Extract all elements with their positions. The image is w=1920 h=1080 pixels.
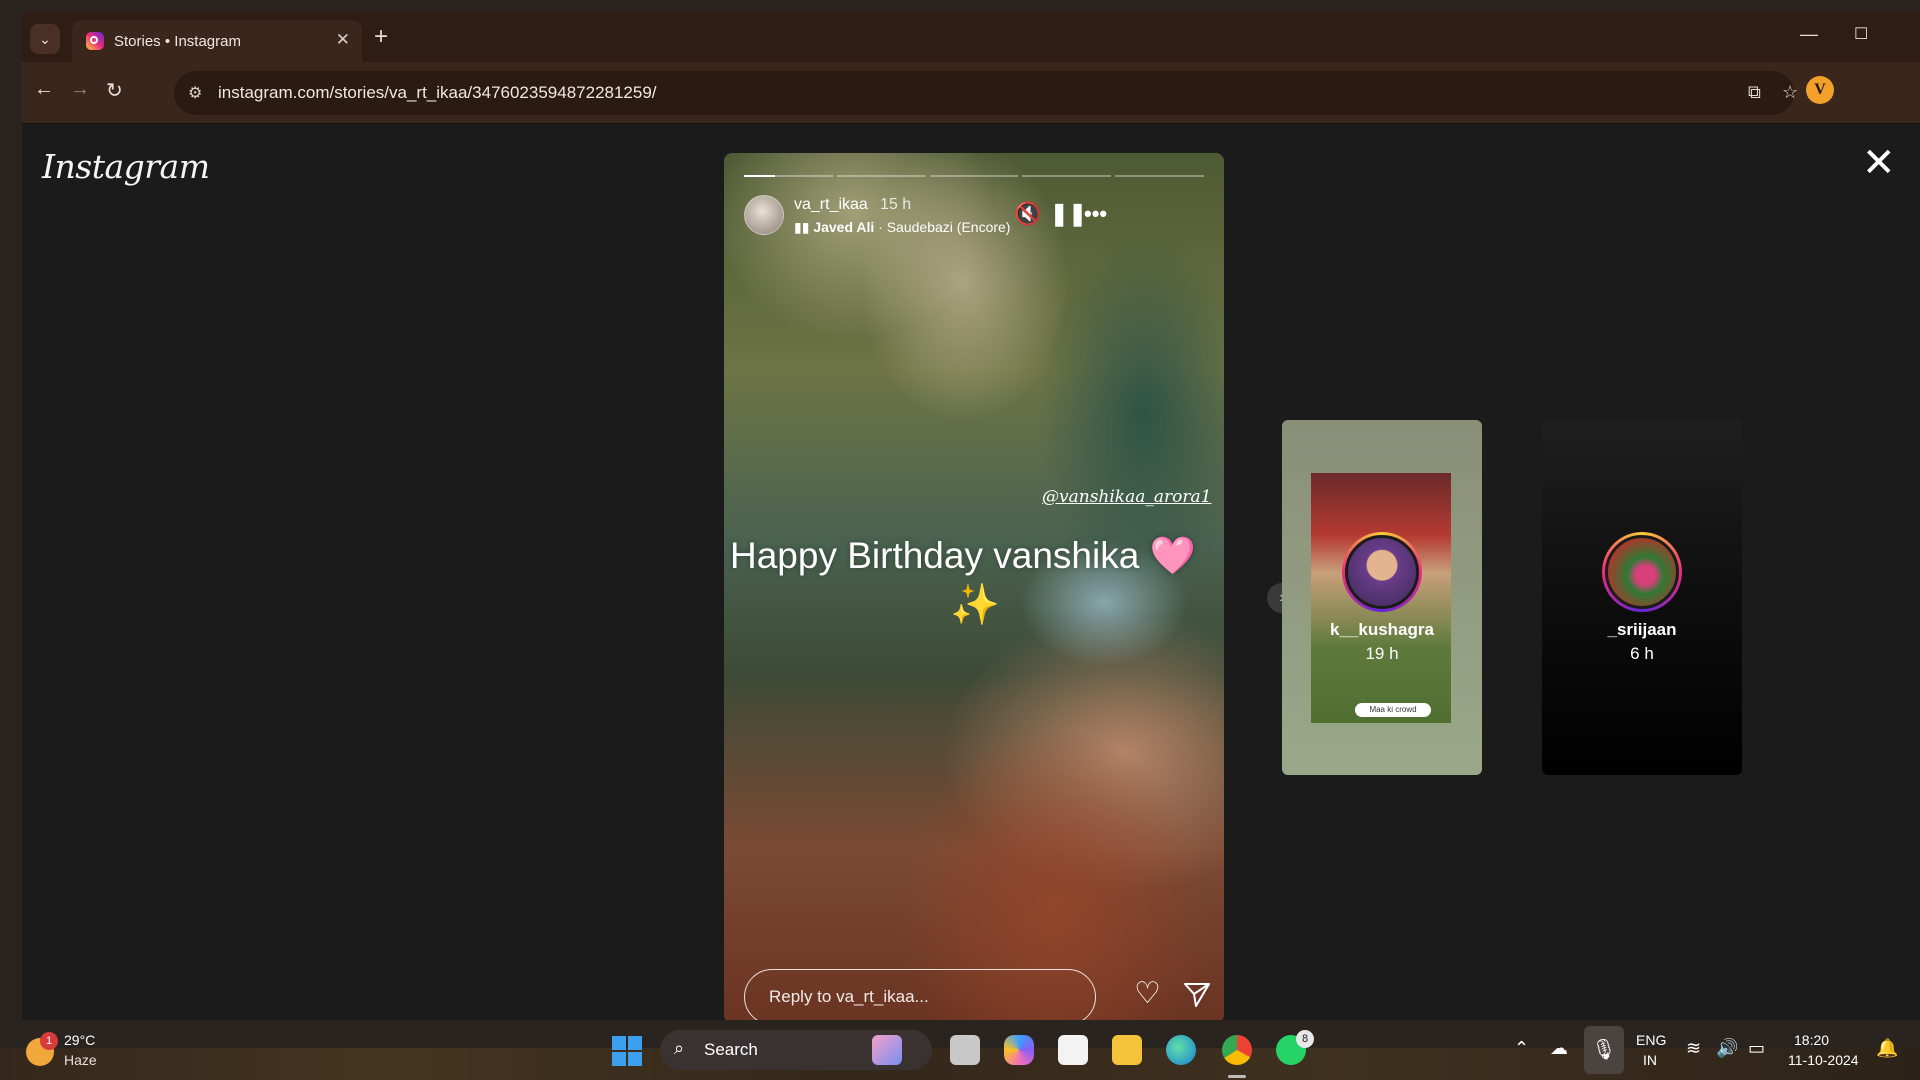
language-code[interactable]: ENG	[1636, 1032, 1666, 1048]
forward-icon[interactable]: →	[70, 78, 90, 101]
back-icon[interactable]: ←	[34, 78, 54, 101]
weather-badge: 1	[40, 1032, 58, 1050]
kushagra-avatar	[1345, 535, 1419, 609]
sparkle-emoji: ✨	[950, 583, 1000, 627]
music-bars-icon: ▮▮	[794, 219, 814, 235]
chrome-active-indicator	[1228, 1075, 1246, 1078]
story-card-age: 6 h	[1630, 644, 1654, 663]
tab-title: Stories • Instagram	[114, 33, 241, 50]
story-ring	[1342, 532, 1422, 612]
search-icon: ⌕	[674, 1038, 685, 1058]
task-view-icon[interactable]	[950, 1035, 980, 1065]
start-button[interactable]	[612, 1036, 642, 1066]
story-card-age: 19 h	[1365, 644, 1399, 663]
story-username[interactable]: va_rt_ikaa	[794, 196, 868, 214]
story-progress-segment	[929, 175, 1019, 177]
onedrive-icon[interactable]: ☁	[1550, 1038, 1568, 1059]
address-bar[interactable]: ⚙ instagram.com/stories/va_rt_ikaa/34760…	[174, 71, 1798, 115]
browser-window: ⌄ Stories • Instagram ✕ + — ☐ ← → ↻ ⚙ in…	[22, 12, 1920, 1020]
bookmark-star-icon[interactable]: ☆	[1782, 82, 1798, 103]
install-app-icon[interactable]: ⧉	[1748, 82, 1761, 103]
story-user-avatar[interactable]	[744, 195, 784, 235]
story-card-name: k__kushagra	[1330, 620, 1434, 639]
microphone-icon[interactable]: 🎙	[1584, 1026, 1624, 1074]
clock-time[interactable]: 18:20	[1794, 1032, 1829, 1048]
sriijaan-avatar	[1605, 535, 1679, 609]
instagram-stories-page: Instagram ✕ va_rt_ikaa 15 h ▮▮ Javed Ali…	[22, 125, 1920, 1020]
story-time: 15 h	[880, 196, 912, 213]
search-label: Search	[704, 1040, 758, 1059]
maximize-icon[interactable]: ☐	[1854, 24, 1868, 44]
instagram-favicon-icon	[86, 32, 104, 50]
story-viewer[interactable]: va_rt_ikaa 15 h ▮▮ Javed Ali · Saudebazi…	[724, 153, 1224, 1020]
temperature[interactable]: 29°C	[64, 1032, 95, 1048]
next-story-card[interactable]: _sriijaan 6 h	[1542, 420, 1742, 775]
minimize-icon[interactable]: —	[1800, 24, 1818, 45]
copilot-icon[interactable]	[1004, 1035, 1034, 1065]
new-tab-button[interactable]: +	[374, 25, 388, 49]
battery-icon[interactable]: ▭	[1748, 1038, 1765, 1059]
story-progress-fill	[744, 175, 776, 177]
story-progress-segment	[836, 175, 926, 177]
story-music[interactable]: ▮▮ Javed Ali · Saudebazi (Encore)	[794, 219, 1010, 236]
tab-stories-instagram[interactable]: Stories • Instagram ✕	[72, 20, 362, 62]
diwali-search-highlight-icon[interactable]	[872, 1035, 902, 1065]
story-progress-segment	[1115, 175, 1204, 177]
reload-icon[interactable]: ↻	[106, 78, 123, 103]
clock-date[interactable]: 11-10-2024	[1788, 1052, 1859, 1068]
music-artist: Javed Ali	[813, 219, 875, 235]
profile-avatar[interactable]: V	[1806, 76, 1834, 104]
thumbnail-sticker: Maa ki crowd	[1355, 703, 1431, 717]
story-progress-segment	[1022, 175, 1112, 177]
story-ring	[1602, 532, 1682, 612]
tab-close-icon[interactable]: ✕	[336, 30, 350, 50]
screen: ⌄ Stories • Instagram ✕ + — ☐ ← → ↻ ⚙ in…	[0, 0, 1920, 1080]
volume-icon[interactable]: 🔊	[1716, 1038, 1738, 1059]
next-story-card[interactable]: Maa ki crowd k__kushagra 19 h	[1282, 420, 1482, 775]
browser-toolbar: ← → ↻ ⚙ instagram.com/stories/va_rt_ikaa…	[22, 62, 1920, 124]
story-card-name: _sriijaan	[1607, 620, 1677, 639]
chrome-icon[interactable]	[1222, 1035, 1252, 1065]
notification-bell-icon[interactable]: 🔔	[1876, 1038, 1898, 1059]
url-text: instagram.com/stories/va_rt_ikaa/3476023…	[218, 83, 657, 102]
pause-icon[interactable]: ❚❚	[1050, 203, 1087, 225]
edge-icon[interactable]	[1166, 1035, 1196, 1065]
reply-input[interactable]: Reply to va_rt_ikaa...	[744, 969, 1096, 1020]
file-explorer-icon[interactable]	[1112, 1035, 1142, 1065]
windows-taskbar: 1 29°C Haze ⌕ Search 8 ⌃ ☁ 🎙 ENG IN ≋ 🔊 …	[0, 1020, 1920, 1080]
tab-search-button[interactable]: ⌄	[30, 24, 60, 54]
heart-icon[interactable]: ♡	[1134, 979, 1161, 1009]
story-caption: Happy Birthday vanshika 🩷	[730, 535, 1196, 576]
tab-strip: ⌄ Stories • Instagram ✕ + — ☐	[22, 12, 1920, 62]
wifi-icon[interactable]: ≋	[1686, 1038, 1701, 1059]
microsoft-store-icon[interactable]	[1058, 1035, 1088, 1065]
instagram-logo[interactable]: Instagram	[42, 147, 210, 186]
more-options-icon[interactable]: •••	[1084, 203, 1107, 225]
send-icon[interactable]	[1182, 979, 1212, 1009]
music-track: · Saudebazi (Encore)	[874, 219, 1011, 235]
mention-sticker[interactable]: @vanshikaa_arora1	[1042, 487, 1211, 507]
mute-icon[interactable]: 🔇	[1014, 203, 1041, 225]
region-code[interactable]: IN	[1643, 1052, 1657, 1068]
weather-condition[interactable]: Haze	[64, 1052, 97, 1068]
whatsapp-badge: 8	[1296, 1030, 1314, 1048]
show-hidden-icons-icon[interactable]: ⌃	[1514, 1038, 1529, 1059]
close-stories-icon[interactable]: ✕	[1862, 143, 1896, 183]
site-settings-icon[interactable]: ⚙	[188, 83, 202, 103]
